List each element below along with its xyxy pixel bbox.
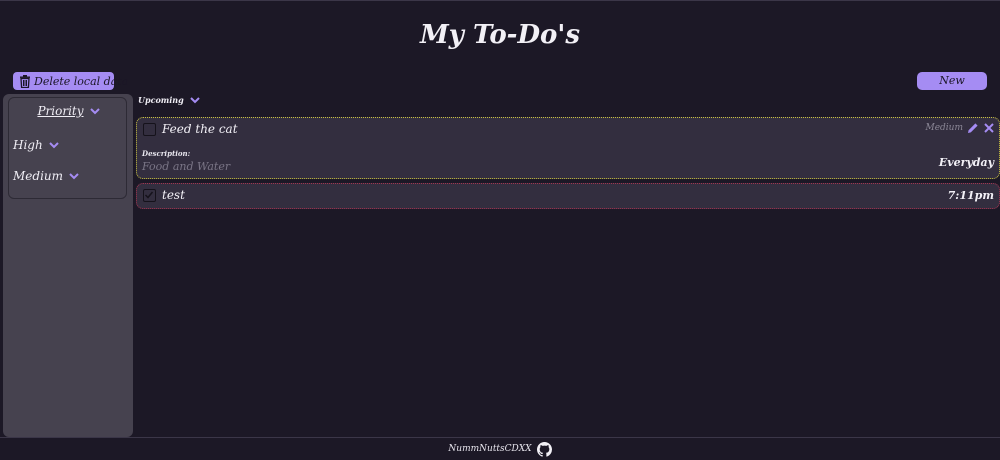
task-priority: Medium — [925, 123, 963, 133]
section-title: Upcoming — [138, 95, 184, 105]
task-card[interactable]: test 7:11pm — [136, 183, 1000, 209]
task-time: 7:11pm — [947, 189, 994, 202]
new-task-button[interactable]: New — [917, 72, 987, 90]
task-time: Everyday — [938, 156, 994, 169]
close-icon[interactable] — [983, 122, 995, 134]
sidebar: Priority High Medium — [3, 94, 133, 437]
delete-button-label: Delete local data — [34, 74, 129, 88]
task-name: Feed the cat — [162, 122, 238, 136]
github-icon[interactable] — [536, 441, 552, 457]
priority-filter-title: Priority — [37, 104, 84, 118]
page-title: My To-Do's — [420, 20, 580, 50]
chevron-down-icon — [69, 172, 79, 179]
priority-filter-toggle[interactable]: Priority — [9, 104, 128, 118]
upcoming-section-toggle[interactable]: Upcoming — [138, 95, 200, 105]
trash-icon — [20, 74, 30, 88]
pencil-icon[interactable] — [967, 122, 979, 134]
task-checkbox[interactable] — [143, 123, 156, 136]
chevron-down-icon — [89, 107, 100, 114]
description-value: Food and Water — [142, 160, 231, 173]
task-card[interactable]: Feed the cat Medium Description: Food an… — [136, 117, 1000, 179]
sidebar-item-medium[interactable]: Medium — [13, 169, 79, 183]
chevron-down-icon — [49, 141, 59, 148]
top-divider — [0, 0, 1000, 1]
footer: NummNuttsCDXX — [0, 440, 1000, 458]
footer-author: NummNuttsCDXX — [448, 444, 532, 454]
sidebar-item-high[interactable]: High — [13, 138, 59, 152]
chevron-down-icon — [189, 96, 200, 103]
sidebar-item-label: High — [13, 138, 43, 152]
delete-local-data-button[interactable]: Delete local data — [13, 72, 128, 90]
task-checkbox-checked[interactable] — [143, 189, 156, 202]
footer-divider — [0, 437, 1000, 438]
sidebar-item-label: Medium — [13, 169, 64, 183]
task-name: test — [162, 188, 185, 202]
description-label: Description: — [142, 149, 191, 158]
checkmark-icon — [144, 191, 154, 199]
priority-filter-panel: Priority High Medium — [8, 97, 127, 199]
